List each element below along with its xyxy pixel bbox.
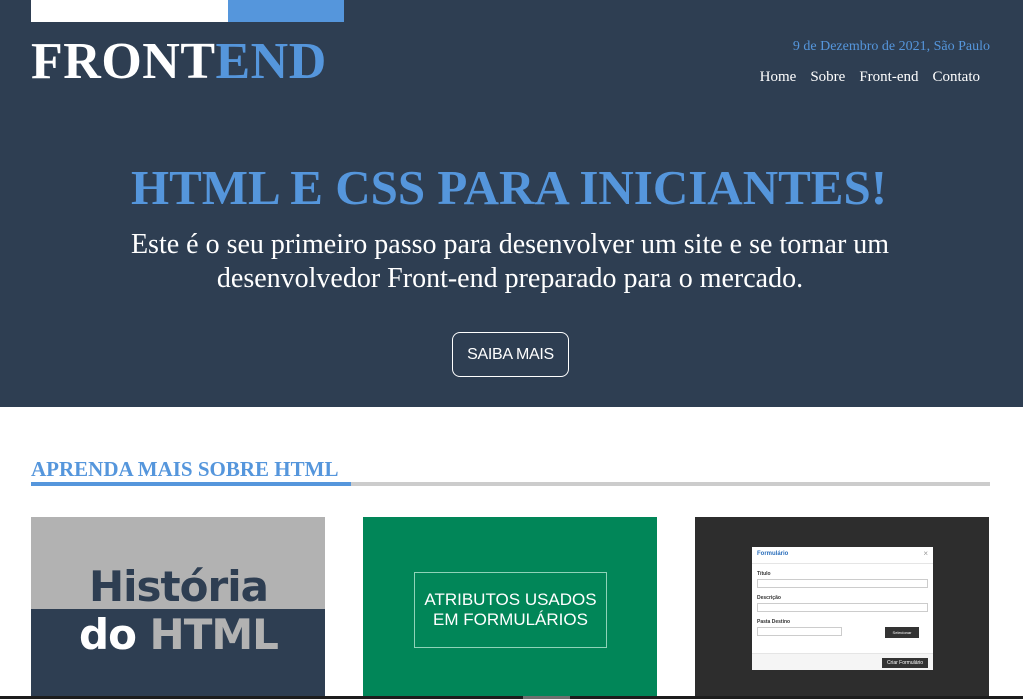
logo-text-end: END	[215, 33, 327, 90]
label-titulo: Título	[757, 571, 771, 577]
hero-title: HTML E CSS PARA INICIANTES!	[130, 160, 888, 215]
label-descricao: Descrição	[757, 595, 781, 601]
site-logo[interactable]: FRONTEND	[31, 34, 327, 90]
nav-home[interactable]: Home	[760, 69, 797, 86]
nav-sobre[interactable]: Sobre	[810, 69, 845, 86]
logo-bar-blue	[228, 0, 344, 22]
form-modal-thumbnail: Formulário × Título Descrição Pasta Dest…	[752, 547, 933, 670]
saiba-mais-button[interactable]: SAIBA MAIS	[452, 332, 569, 377]
modal-footer: Criar Formulário	[752, 653, 933, 670]
label-pasta-destino: Pasta Destino	[757, 619, 791, 625]
input-descricao	[757, 603, 928, 612]
nav-contato[interactable]: Contato	[933, 69, 981, 86]
card-image-text-html: HTML	[149, 610, 279, 659]
card-formulario-screenshot[interactable]: Formulário × Título Descrição Pasta Dest…	[695, 517, 989, 699]
nav-front-end[interactable]: Front-end	[859, 69, 918, 86]
logo-bar-white	[31, 0, 228, 22]
hero-subtitle: Este é o seu primeiro passo para desenvo…	[130, 229, 890, 294]
card-image-text-line2: do HTML	[79, 610, 279, 659]
date-location: 9 de Dezembro de 2021, São Paulo	[792, 39, 990, 54]
input-pasta-destino	[757, 627, 842, 636]
close-icon: ×	[923, 549, 928, 558]
section-divider-accent	[31, 482, 351, 486]
criar-formulario-button: Criar Formulário	[882, 658, 928, 668]
section-title: APRENDA MAIS SOBRE HTML	[31, 457, 339, 481]
modal-header: Formulário ×	[752, 547, 933, 564]
card-historia-html[interactable]: História do HTML	[31, 517, 325, 699]
card-image-text-do: do	[79, 610, 150, 659]
input-titulo	[757, 579, 928, 588]
card-image-text: ATRIBUTOS USADOS EM FORMULÁRIOS	[414, 572, 607, 648]
card-image-text-line1: História	[89, 562, 269, 611]
card-atributos-formularios[interactable]: ATRIBUTOS USADOS EM FORMULÁRIOS	[363, 517, 657, 699]
main-nav: Home Sobre Front-end Contato	[760, 69, 980, 86]
logo-text-front: FRONT	[31, 33, 216, 90]
modal-title: Formulário	[757, 551, 789, 557]
upload-button: Selecionar	[885, 627, 919, 638]
